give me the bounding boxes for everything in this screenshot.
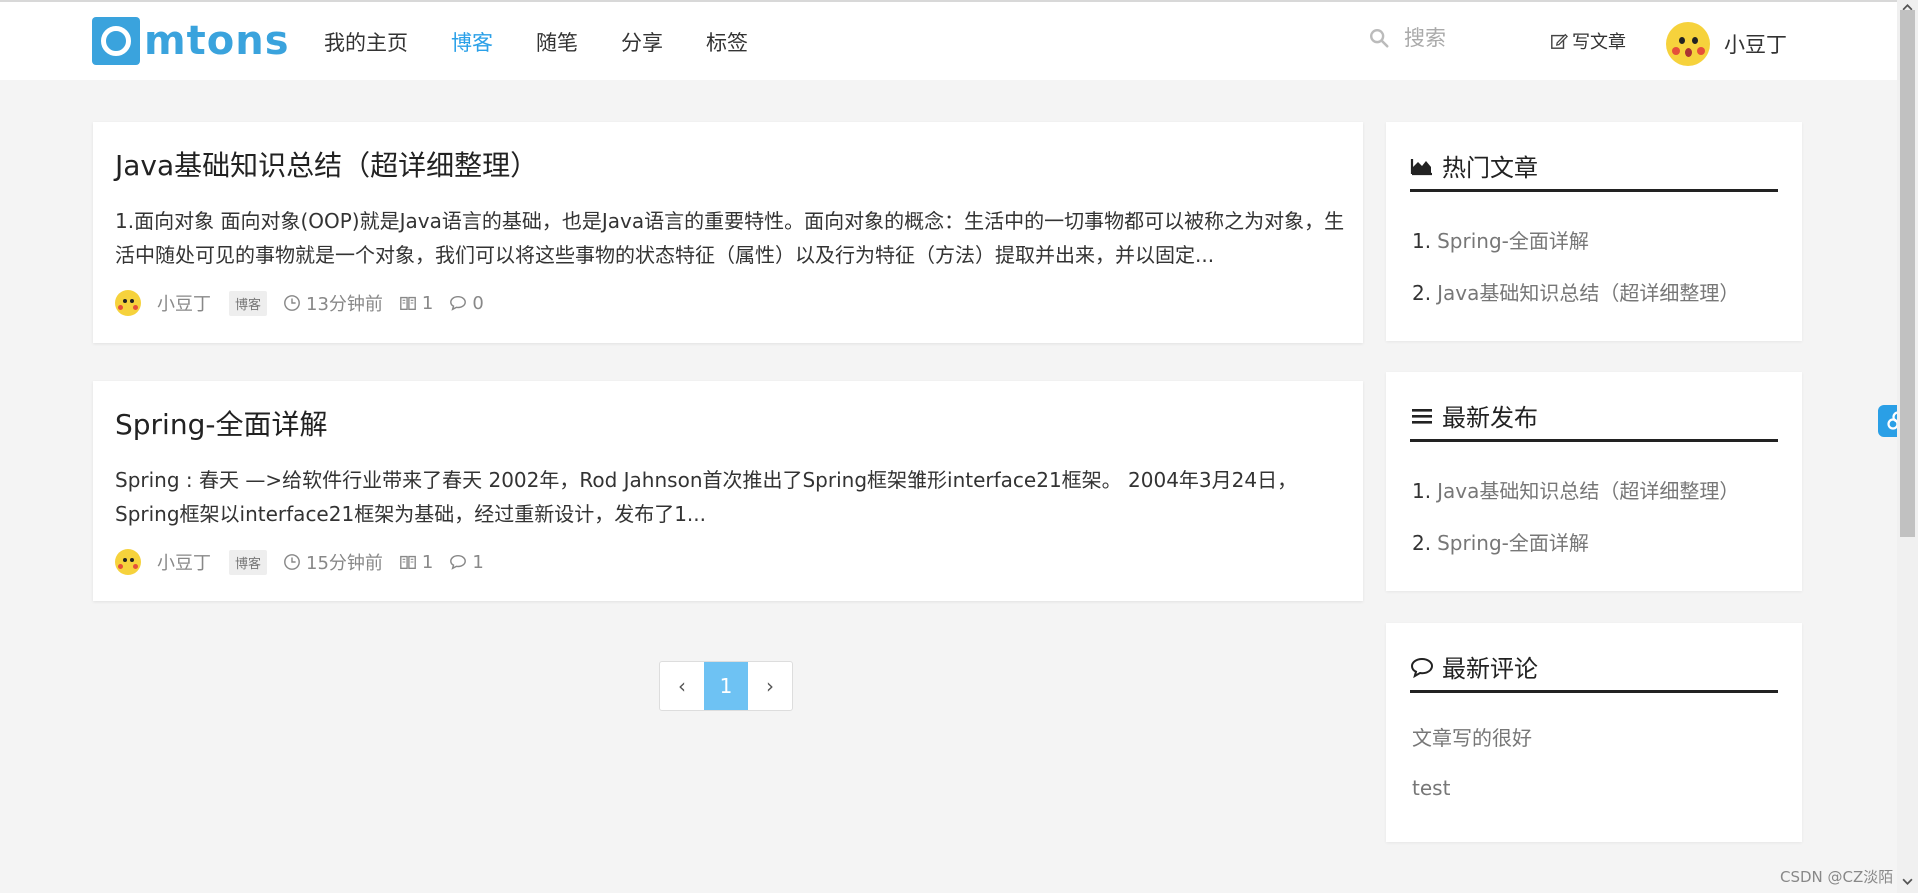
scroll-down-icon[interactable] — [1902, 876, 1913, 887]
post-card: Spring-全面详解 Spring : 春天 —>给软件行业带来了春天 200… — [93, 381, 1363, 601]
category-badge[interactable]: 博客 — [229, 549, 268, 575]
list-item[interactable]: test — [1412, 773, 1532, 803]
post-time: 13分钟前 — [283, 290, 383, 316]
post-comments-count: 0 — [472, 292, 484, 314]
latest-comments-list: 文章写的很好 test — [1412, 723, 1532, 823]
widget-title: 最新评论 — [1442, 655, 1538, 683]
area-chart-icon — [1410, 158, 1432, 175]
edit-icon — [1551, 33, 1568, 49]
widget-title: 最新发布 — [1442, 404, 1538, 432]
user-menu[interactable]: 小豆丁 — [1666, 22, 1787, 66]
list-item[interactable]: 2. Spring-全面详解 — [1412, 528, 1739, 558]
list-icon — [1412, 408, 1432, 424]
post-views: 1 — [399, 293, 433, 314]
post-title[interactable]: Java基础知识总结（超详细整理） — [115, 144, 538, 184]
clock-icon — [284, 554, 300, 570]
post-title[interactable]: Spring-全面详解 — [115, 403, 327, 443]
user-name: 小豆丁 — [1724, 33, 1787, 57]
post-time: 15分钟前 — [283, 549, 383, 575]
post-comments-count: 1 — [472, 551, 484, 573]
book-icon — [400, 555, 416, 569]
scroll-thumb[interactable] — [1900, 10, 1915, 537]
nav-home[interactable]: 我的主页 — [324, 28, 408, 58]
list-item[interactable]: 1. Spring-全面详解 — [1412, 226, 1739, 256]
hot-articles-list: 1. Spring-全面详解 2. Java基础知识总结（超详细整理） — [1412, 226, 1739, 330]
nav-notes[interactable]: 随笔 — [536, 28, 578, 58]
logo-mark-icon — [92, 17, 140, 65]
comment-icon — [1410, 657, 1434, 678]
widget-header: 最新发布 — [1410, 392, 1778, 442]
post-views-count: 1 — [421, 292, 434, 314]
logo-text: mtons — [144, 18, 290, 64]
site-logo[interactable]: mtons — [92, 17, 290, 65]
author-avatar[interactable] — [115, 549, 141, 575]
next-page-button[interactable]: › — [748, 662, 792, 710]
author-name[interactable]: 小豆丁 — [157, 549, 211, 575]
post-views: 1 — [399, 552, 433, 573]
post-comments: 1 — [449, 551, 484, 573]
prev-page-button[interactable]: ‹ — [660, 662, 704, 710]
write-article-button[interactable]: 写文章 — [1550, 28, 1626, 54]
post-views-count: 1 — [421, 551, 434, 573]
latest-posts-list: 1. Java基础知识总结（超详细整理） 2. Spring-全面详解 — [1412, 476, 1739, 580]
post-card: Java基础知识总结（超详细整理） 1.面向对象 面向对象(OOP)就是Java… — [93, 122, 1363, 343]
search-input[interactable] — [1404, 26, 1524, 50]
book-icon — [400, 296, 416, 310]
search-box — [1368, 26, 1524, 50]
widget-header: 最新评论 — [1410, 643, 1778, 693]
author-avatar[interactable] — [115, 290, 141, 316]
post-meta: 小豆丁 博客 15分钟前 1 1 — [115, 549, 484, 575]
page-1-button[interactable]: 1 — [704, 662, 748, 710]
search-icon[interactable] — [1368, 27, 1390, 49]
nav-share[interactable]: 分享 — [621, 28, 663, 58]
comment-icon — [450, 554, 467, 570]
widget-header: 热门文章 — [1410, 142, 1778, 192]
post-meta: 小豆丁 博客 13分钟前 1 0 — [115, 290, 484, 316]
top-navbar: mtons 我的主页 博客 随笔 分享 标签 写文章 小豆丁 — [0, 0, 1897, 80]
post-summary: 1.面向对象 面向对象(OOP)就是Java语言的基础，也是Java语言的重要特… — [115, 209, 1345, 267]
latest-posts-widget: 最新发布 1. Java基础知识总结（超详细整理） 2. Spring-全面详解 — [1386, 372, 1802, 591]
nav-tags[interactable]: 标签 — [706, 28, 748, 58]
watermark: CSDN @CZ淡陌 — [1780, 868, 1894, 886]
post-comments: 0 — [449, 292, 484, 314]
author-name[interactable]: 小豆丁 — [157, 290, 211, 316]
comment-icon — [450, 295, 467, 311]
main-nav: 我的主页 博客 随笔 分享 标签 — [324, 28, 791, 58]
post-time-text: 15分钟前 — [306, 553, 383, 574]
category-badge[interactable]: 博客 — [229, 290, 268, 316]
list-item[interactable]: 文章写的很好 — [1412, 723, 1532, 753]
widget-title: 热门文章 — [1442, 154, 1538, 182]
avatar — [1666, 22, 1710, 66]
write-article-label: 写文章 — [1572, 32, 1626, 53]
post-time-text: 13分钟前 — [306, 294, 383, 315]
latest-comments-widget: 最新评论 文章写的很好 test — [1386, 623, 1802, 842]
pagination: ‹ 1 › — [659, 661, 793, 711]
hot-articles-widget: 热门文章 1. Spring-全面详解 2. Java基础知识总结（超详细整理） — [1386, 122, 1802, 341]
nav-blog[interactable]: 博客 — [451, 28, 493, 58]
list-item[interactable]: 2. Java基础知识总结（超详细整理） — [1412, 278, 1739, 308]
clock-icon — [284, 295, 300, 311]
post-summary: Spring : 春天 —>给软件行业带来了春天 2002年，Rod Jahns… — [115, 468, 1298, 526]
page-scrollbar[interactable] — [1897, 0, 1918, 893]
list-item[interactable]: 1. Java基础知识总结（超详细整理） — [1412, 476, 1739, 506]
